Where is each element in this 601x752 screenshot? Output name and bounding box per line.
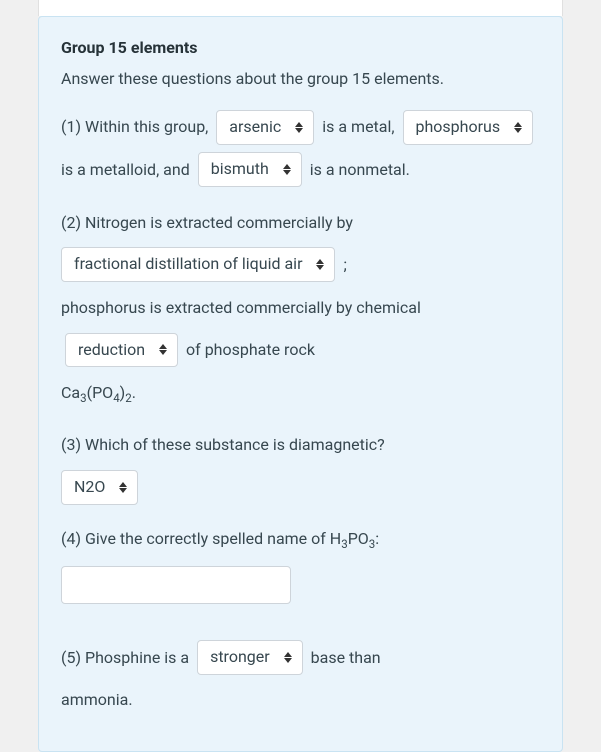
q1-text: is a bbox=[322, 117, 347, 136]
q2-text: chemical bbox=[356, 298, 421, 317]
select-value: arsenic bbox=[229, 117, 281, 138]
q1-nonmetal-select[interactable]: bismuth bbox=[198, 152, 302, 187]
question-2: (2) Nitrogen is extracted commercially b… bbox=[61, 201, 540, 414]
card-title: Group 15 elements bbox=[61, 37, 540, 59]
q1-text: metal, bbox=[351, 117, 395, 136]
q1-text: is a nonmetal. bbox=[310, 160, 410, 179]
select-arrows-icon bbox=[159, 344, 167, 355]
select-arrows-icon bbox=[514, 122, 522, 133]
select-value: bismuth bbox=[211, 159, 269, 180]
select-arrows-icon bbox=[284, 652, 292, 663]
question-3: (3) Which of these substance is diamagne… bbox=[61, 423, 540, 507]
select-arrows-icon bbox=[283, 164, 291, 175]
q5-select[interactable]: stronger bbox=[197, 640, 303, 675]
q4-name-input[interactable] bbox=[61, 566, 291, 604]
q1-metalloid-select[interactable]: phosphorus bbox=[403, 110, 534, 145]
question-card: Group 15 elements Answer these questions… bbox=[38, 16, 563, 752]
question-5: (5) Phosphine is a stronger base than am… bbox=[61, 636, 540, 721]
q5-text: (5) Phosphine is a bbox=[61, 648, 189, 667]
q1-metal-select[interactable]: arsenic bbox=[216, 110, 314, 145]
question-4: (4) Give the correctly spelled name of H… bbox=[61, 517, 540, 625]
q2-text: ; bbox=[343, 255, 346, 274]
q2-text: phosphorus is extracted commercially by bbox=[61, 298, 352, 317]
q2-formula: Ca3(PO4)2. bbox=[61, 383, 136, 402]
select-arrows-icon bbox=[316, 259, 324, 270]
question-1: (1) Within this group, arsenic is a meta… bbox=[61, 105, 540, 190]
q1-text: (1) Within this group, bbox=[61, 117, 208, 136]
select-value: N2O bbox=[74, 477, 105, 498]
q4-text: (4) Give the correctly spelled name of H… bbox=[61, 529, 379, 548]
q2-process-select[interactable]: reduction bbox=[65, 333, 178, 368]
select-value: stronger bbox=[210, 647, 270, 668]
q2-text: of phosphate rock bbox=[186, 340, 315, 359]
q2-text: (2) Nitrogen is extracted commercially b… bbox=[61, 212, 353, 231]
select-value: phosphorus bbox=[416, 117, 501, 138]
card-intro: Answer these questions about the group 1… bbox=[61, 67, 540, 91]
q2-method-select[interactable]: fractional distillation of liquid air bbox=[61, 247, 335, 282]
q5-text: base than bbox=[311, 648, 381, 667]
select-arrows-icon bbox=[119, 482, 127, 493]
q1-text: is a metalloid, and bbox=[61, 160, 190, 179]
select-value: reduction bbox=[78, 340, 145, 361]
select-arrows-icon bbox=[295, 122, 303, 133]
q3-select[interactable]: N2O bbox=[61, 470, 138, 505]
q3-text: (3) Which of these substance is diamagne… bbox=[61, 435, 385, 454]
select-value: fractional distillation of liquid air bbox=[74, 254, 302, 275]
